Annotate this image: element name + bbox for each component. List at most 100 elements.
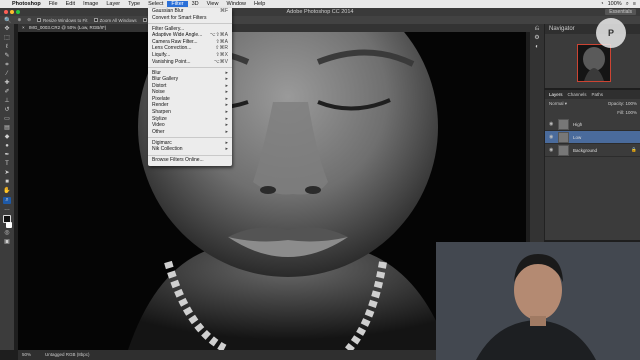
- filter-menu-item-label: Blur Gallery: [152, 76, 179, 83]
- filter-menu-item[interactable]: Gaussian Blur ⌘F: [148, 8, 232, 15]
- menu-3d[interactable]: 3D: [188, 1, 203, 7]
- search-icon[interactable]: ⌕: [626, 1, 629, 8]
- marquee-tool-icon[interactable]: ⬚: [3, 35, 11, 42]
- filter-menu-item[interactable]: Pixelate ▸: [148, 96, 232, 103]
- tab-navigator[interactable]: Navigator: [549, 26, 575, 32]
- clone-stamp-tool-icon[interactable]: ⊥: [3, 98, 11, 105]
- filter-menu-item[interactable]: Camera Raw Filter... ⇧⌘A: [148, 39, 232, 46]
- filter-menu-item[interactable]: Vanishing Point... ⌥⌘V: [148, 59, 232, 66]
- menu-file[interactable]: File: [45, 1, 62, 7]
- filter-menu-item[interactable]: Adaptive Wide Angle... ⌥⇧⌘A: [148, 32, 232, 39]
- layer-row-high[interactable]: ◉ High: [545, 118, 640, 131]
- close-window-icon[interactable]: [4, 10, 8, 14]
- filter-menu-item[interactable]: Noise ▸: [148, 89, 232, 96]
- wifi-icon[interactable]: ◔: [600, 1, 603, 8]
- fill-field[interactable]: Fill: 100%: [617, 110, 637, 115]
- healing-brush-tool-icon[interactable]: ✚: [3, 80, 11, 87]
- more-tools-icon[interactable]: …: [3, 206, 11, 213]
- filter-menu-item[interactable]: Distort ▸: [148, 83, 232, 90]
- menu-window[interactable]: Window: [222, 1, 250, 7]
- filter-menu-item[interactable]: Other ▸: [148, 129, 232, 136]
- pen-tool-icon[interactable]: ✒: [3, 152, 11, 159]
- menu-type[interactable]: Type: [124, 1, 144, 7]
- layer-thumbnail: [558, 131, 569, 143]
- visibility-eye-icon[interactable]: ◉: [549, 121, 554, 127]
- adjustments-panel-icon[interactable]: ◐: [533, 44, 541, 51]
- menu-view[interactable]: View: [203, 1, 223, 7]
- menu-select[interactable]: Select: [144, 1, 167, 7]
- type-tool-icon[interactable]: T: [3, 161, 11, 168]
- gradient-tool-icon[interactable]: ▤: [3, 125, 11, 132]
- shape-tool-icon[interactable]: ■: [3, 179, 11, 186]
- filter-menu-item[interactable]: Stylize ▸: [148, 116, 232, 123]
- window-title: Adobe Photoshop CC 2014: [286, 9, 354, 15]
- filter-menu-item[interactable]: Blur Gallery ▸: [148, 76, 232, 83]
- zoom-all-checkbox[interactable]: [93, 18, 98, 23]
- screen-mode-icon[interactable]: ▣: [3, 239, 11, 246]
- layer-row-low[interactable]: ◉ Low: [545, 131, 640, 144]
- filter-menu-item[interactable]: Render ▸: [148, 102, 232, 109]
- layer-thumbnail: [558, 118, 569, 130]
- quick-select-tool-icon[interactable]: ✎: [3, 53, 11, 60]
- menu-help[interactable]: Help: [250, 1, 269, 7]
- hand-tool-icon[interactable]: ✋: [3, 188, 11, 195]
- filter-menu-item[interactable]: Video ▸: [148, 122, 232, 129]
- tab-layers[interactable]: Layers: [549, 92, 563, 97]
- zoom-in-icon[interactable]: ⊕: [17, 17, 21, 23]
- blend-mode-select[interactable]: Normal ▾: [549, 101, 567, 107]
- filter-menu-item[interactable]: Liquify... ⇧⌘X: [148, 52, 232, 59]
- blur-tool-icon[interactable]: ◆: [3, 134, 11, 141]
- visibility-eye-icon[interactable]: ◉: [549, 147, 554, 153]
- history-panel-icon[interactable]: ⎌: [533, 26, 541, 33]
- filter-menu-item[interactable]: Browse Filters Online...: [148, 157, 232, 164]
- layer-row-background[interactable]: ◉ Background 🔒: [545, 144, 640, 157]
- filter-menu-item[interactable]: Filter Gallery...: [148, 26, 232, 33]
- filter-menu-item[interactable]: Sharpen ▸: [148, 109, 232, 116]
- filter-menu-item[interactable]: Lens Correction... ⇧⌘R: [148, 45, 232, 52]
- scrubby-zoom-checkbox[interactable]: [142, 18, 147, 23]
- submenu-arrow-icon: ▸: [225, 109, 228, 116]
- filter-menu-item-label: Pixelate: [152, 95, 170, 102]
- tab-paths[interactable]: Paths: [592, 92, 604, 97]
- lasso-tool-icon[interactable]: ℓ: [3, 44, 11, 51]
- filter-menu-item[interactable]: Blur ▸: [148, 70, 232, 77]
- resize-windows-option[interactable]: Resize Windows to Fit: [37, 18, 88, 23]
- eraser-tool-icon[interactable]: ▭: [3, 116, 11, 123]
- history-brush-tool-icon[interactable]: ↺: [3, 107, 11, 114]
- zoom-tool-icon[interactable]: 🔍: [4, 17, 11, 24]
- crop-tool-icon[interactable]: ⌗: [3, 62, 11, 69]
- zoom-level[interactable]: 50%: [22, 350, 31, 360]
- zoom-all-option[interactable]: Zoom All Windows: [93, 18, 137, 23]
- move-tool-icon[interactable]: ✥: [3, 26, 11, 33]
- document-tab[interactable]: × IMG_0003.CR2 @ 50% (Low, RGB/8*): [18, 24, 538, 32]
- tab-channels[interactable]: Channels: [568, 92, 587, 97]
- minimize-window-icon[interactable]: [10, 10, 14, 14]
- app-menu-photoshop[interactable]: Photoshop: [8, 1, 45, 7]
- quick-mask-icon[interactable]: ◎: [3, 230, 11, 237]
- menu-layer[interactable]: Layer: [102, 1, 124, 7]
- filter-menu-item[interactable]: Convert for Smart Filters: [148, 15, 232, 22]
- filter-menu-item[interactable]: Digimarc ▸: [148, 140, 232, 147]
- filter-menu-item[interactable]: Nik Collection ▸: [148, 146, 232, 153]
- resize-windows-checkbox[interactable]: [37, 18, 42, 23]
- background-color-swatch[interactable]: [6, 222, 12, 228]
- opacity-field[interactable]: Opacity: 100%: [608, 101, 637, 107]
- submenu-arrow-icon: ▸: [225, 82, 228, 89]
- zoom-window-icon[interactable]: [16, 10, 20, 14]
- close-tab-icon[interactable]: ×: [22, 25, 25, 30]
- brush-tool-icon[interactable]: ✐: [3, 89, 11, 96]
- eyedropper-tool-icon[interactable]: ⁄: [3, 71, 11, 78]
- menu-shortcut: ⌘F: [219, 8, 228, 14]
- navigator-thumbnail[interactable]: [577, 44, 611, 82]
- workspace-switcher[interactable]: Essentials: [605, 9, 636, 15]
- menu-image[interactable]: Image: [79, 1, 102, 7]
- path-select-tool-icon[interactable]: ➤: [3, 170, 11, 177]
- properties-panel-icon[interactable]: ⚙: [533, 35, 541, 42]
- zoom-out-icon[interactable]: ⊖: [27, 17, 31, 23]
- visibility-eye-icon[interactable]: ◉: [549, 134, 554, 140]
- notification-icon[interactable]: ≡: [633, 1, 636, 8]
- menu-edit[interactable]: Edit: [62, 1, 79, 7]
- menu-filter[interactable]: Filter: [167, 1, 188, 7]
- dodge-tool-icon[interactable]: ●: [3, 143, 11, 150]
- zoom-tool-icon[interactable]: ⌕: [3, 197, 11, 204]
